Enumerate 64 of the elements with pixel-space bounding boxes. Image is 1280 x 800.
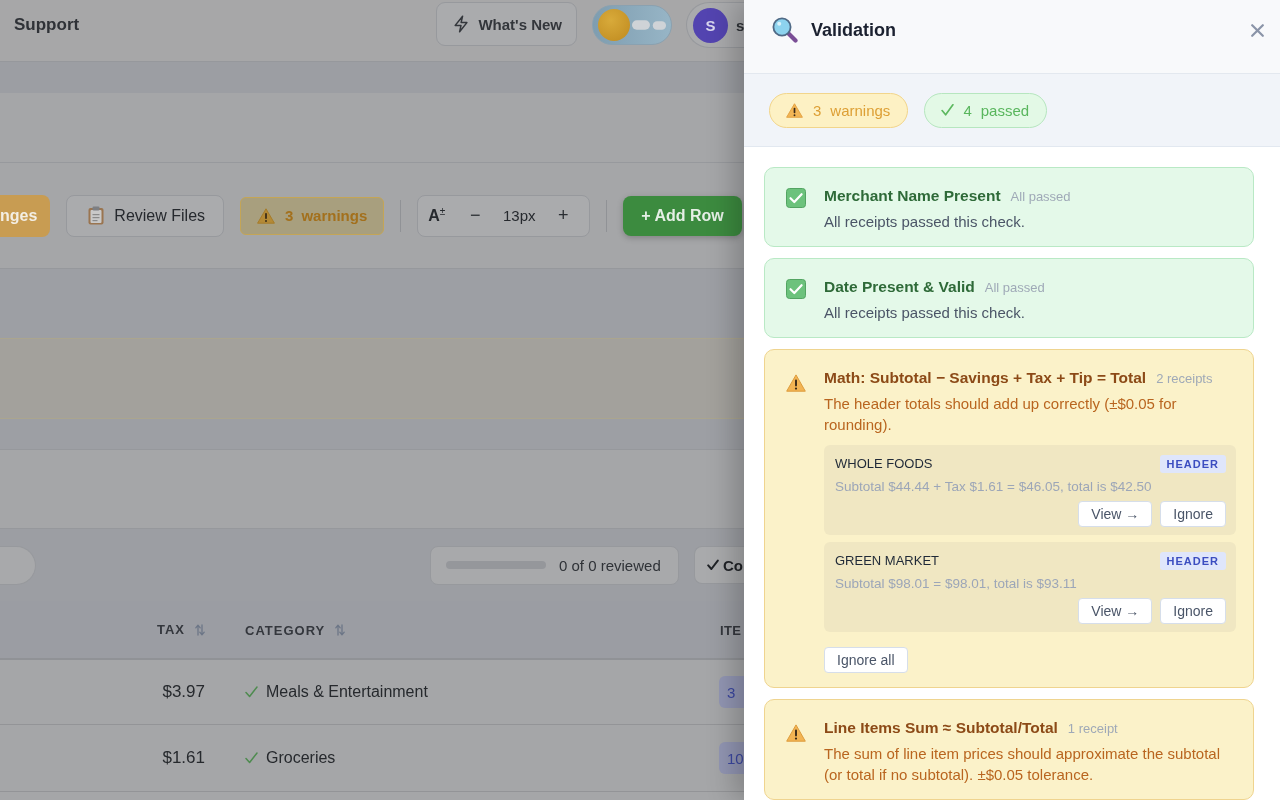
cloud-icon	[632, 19, 666, 31]
column-header[interactable]: TAX	[156, 622, 205, 637]
check-description: All receipts passed this check.	[824, 303, 1026, 323]
page-title: Support	[14, 14, 80, 36]
table-cell: Meals & Entertainment	[266, 683, 428, 701]
progress-text: 0 of 0 reviewed	[559, 556, 661, 574]
table-cell: $1.61	[162, 748, 205, 768]
column-header[interactable]: ITE	[720, 622, 742, 638]
check-status: All passed	[984, 279, 1045, 297]
ignore-button[interactable]: Ignore	[1160, 598, 1226, 624]
check-status: 1 receipt	[1067, 720, 1118, 738]
mismatch-detail: Subtotal $98.01 = $98.01, total is $93.11	[835, 575, 1078, 592]
warning-icon	[257, 207, 276, 224]
clipboard-icon	[88, 206, 105, 225]
check-description: The header totals should add up correctly (±$0.05 for rounding).	[824, 394, 1178, 435]
theme-toggle[interactable]	[592, 5, 672, 45]
check-title: Date Present & Valid	[824, 277, 975, 297]
panel-title: Validation	[811, 19, 897, 42]
merchant-name: WHOLE FOODS	[835, 456, 933, 471]
check-title: Math: Subtotal − Savings + Tax + Tip = Total	[824, 368, 1147, 388]
check-description: All receipts passed this check.	[824, 212, 1026, 232]
increase-button[interactable]: +	[549, 201, 578, 230]
item-count: 10	[719, 742, 744, 774]
ignore-all-button[interactable]: Ignore all	[824, 647, 908, 673]
table-cell: Groceries	[266, 749, 336, 767]
source-tag: HEADER	[1159, 454, 1226, 473]
user-menu-button[interactable]: S s	[686, 2, 744, 48]
badge-label: passed	[980, 101, 1030, 119]
check-description: The sum of line item prices should approximate the subtotal (or total if no subtotal). ±$0.05 tolerance.	[824, 744, 1222, 785]
item-count: 3	[719, 676, 744, 708]
badge-label: warnings	[830, 101, 891, 119]
check-icon	[941, 103, 955, 117]
merchant-name: GREEN MARKET	[835, 553, 939, 568]
column-header[interactable]: CATEGORY	[245, 622, 346, 638]
warning-icon	[786, 374, 806, 392]
font-size-value: 13px	[501, 207, 537, 224]
check-title: Merchant Name Present	[824, 186, 1001, 206]
check-title: Line Items Sum ≈ Subtotal/Total	[824, 718, 1058, 738]
review-files-button[interactable]: Review Files	[66, 194, 225, 237]
avatar: S	[693, 7, 728, 43]
check-status: 2 receipts	[1156, 370, 1213, 388]
check-icon	[707, 559, 719, 571]
view-button[interactable]: View →	[1078, 598, 1153, 624]
decrease-button[interactable]: −	[461, 201, 490, 230]
mismatch-detail: Subtotal $44.44 + Tax $1.61 = $46.05, total is $42.50	[835, 478, 1153, 495]
magnifier-icon	[772, 17, 798, 43]
warning-icon	[786, 102, 803, 118]
warning-icon	[786, 724, 806, 742]
view-button[interactable]: View →	[1078, 501, 1153, 527]
check-status: All passed	[1010, 188, 1071, 206]
complete-button[interactable]: Co	[694, 546, 744, 584]
font-size-label: A$^{±}$	[428, 205, 447, 226]
close-icon	[1251, 23, 1264, 37]
badge-count: 3	[813, 101, 822, 119]
add-row-button[interactable]: + Add Row	[623, 195, 742, 236]
whats-new-button[interactable]: What's New	[436, 2, 577, 46]
badge-count: 4	[963, 101, 972, 119]
checkbox-icon	[786, 279, 806, 299]
sun-icon	[598, 9, 630, 41]
table-cell: $3.97	[162, 682, 205, 702]
source-tag: HEADER	[1159, 551, 1226, 570]
checkbox-icon	[786, 188, 806, 208]
lightning-icon	[453, 15, 470, 33]
ignore-button[interactable]: Ignore	[1160, 501, 1226, 527]
